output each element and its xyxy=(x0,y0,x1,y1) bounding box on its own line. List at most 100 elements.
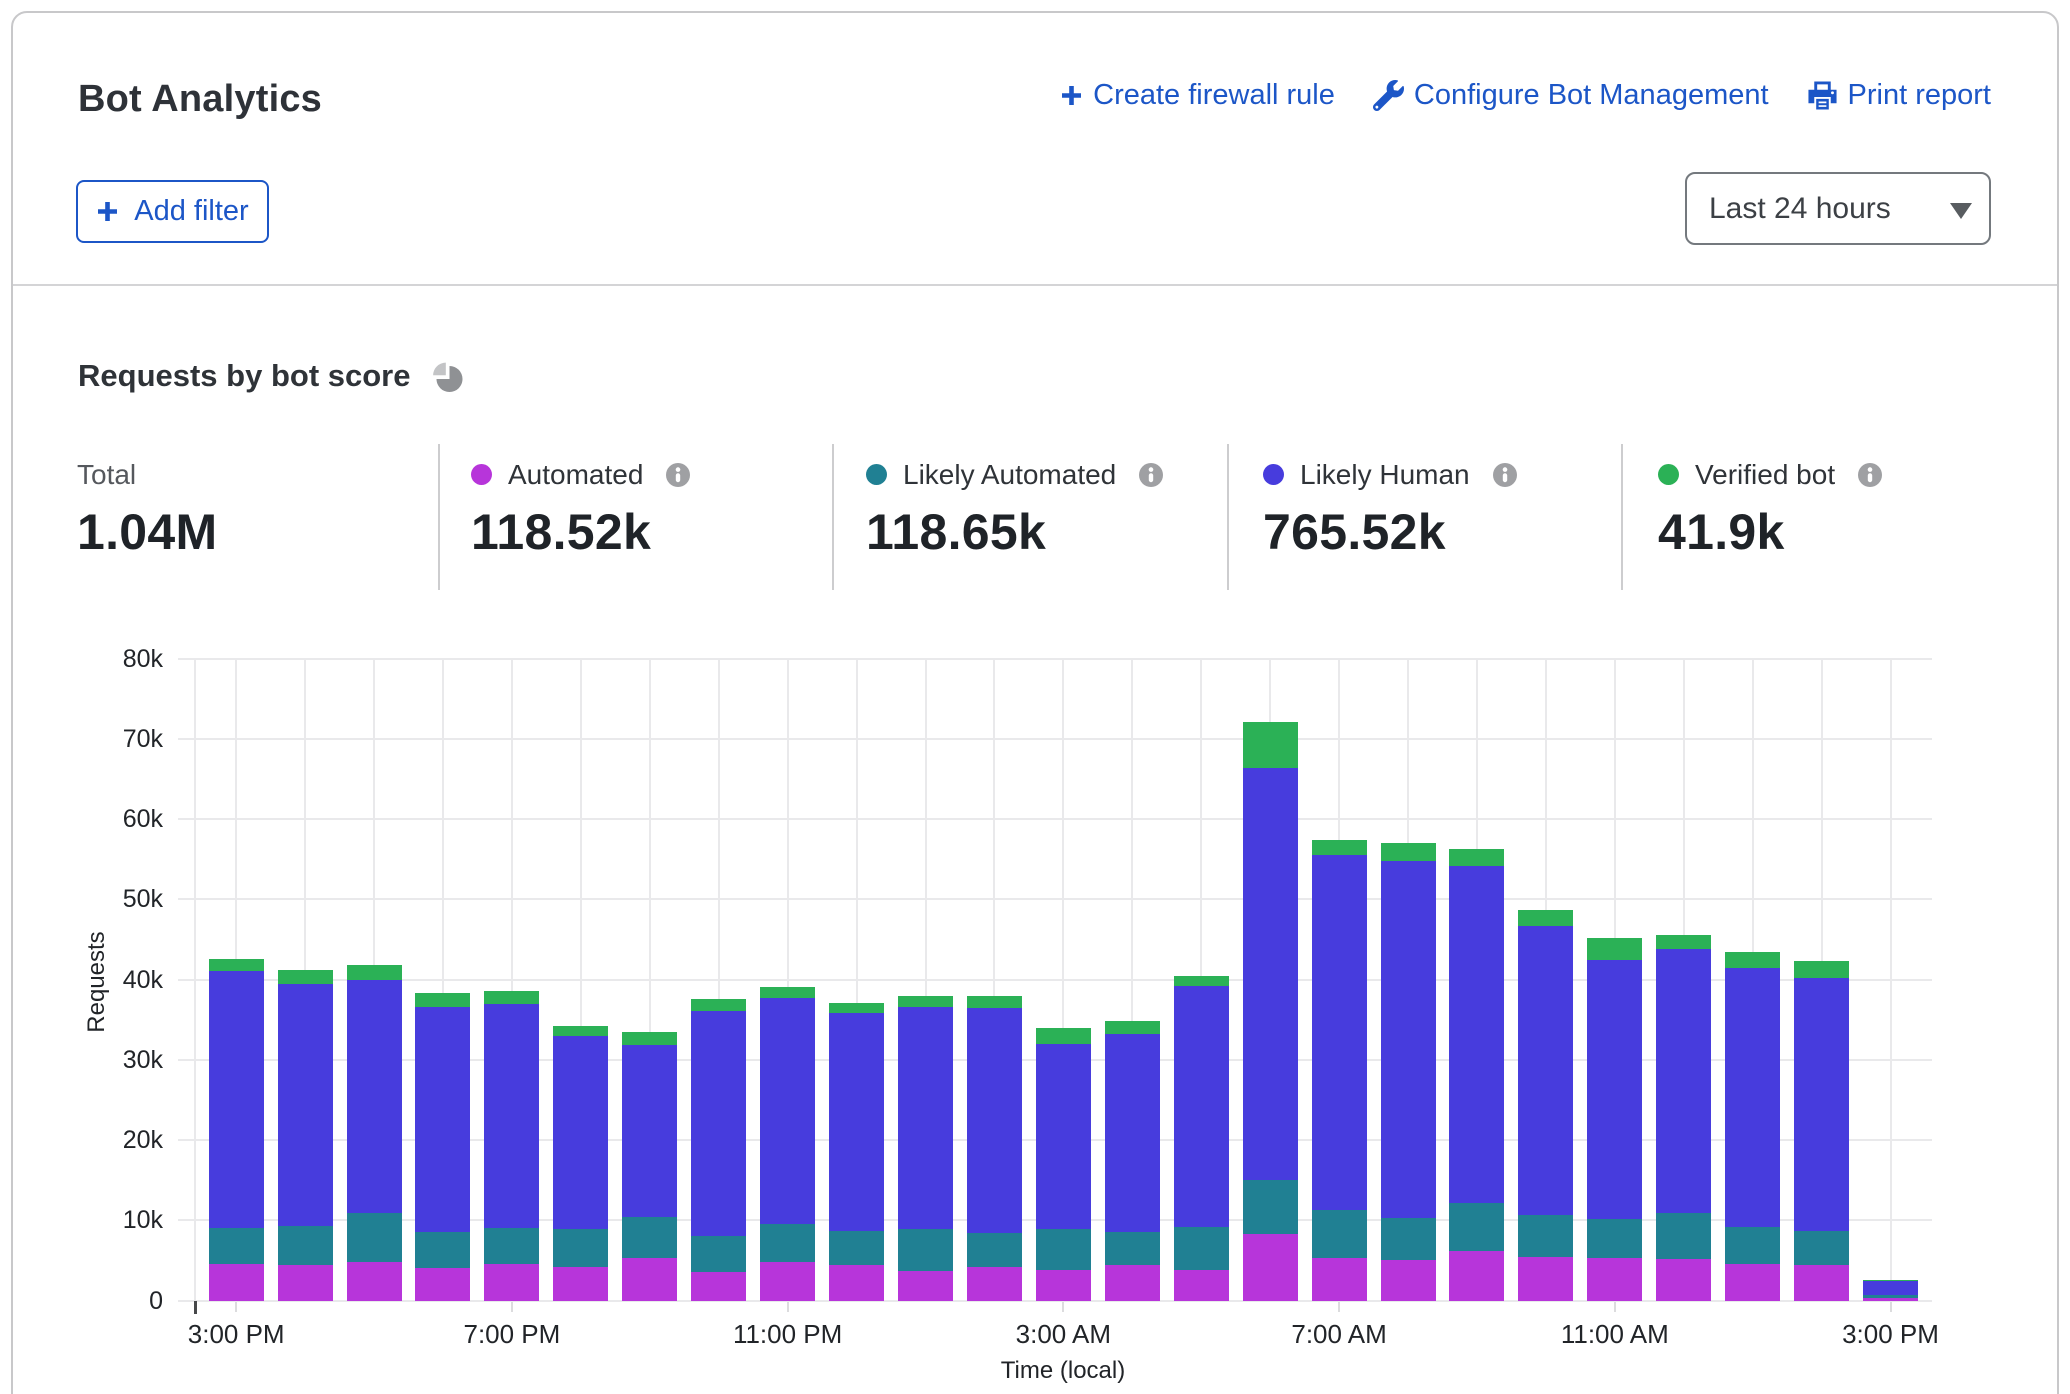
bar-600am-automated[interactable] xyxy=(1243,1234,1298,1301)
bar-1200am-likely-automated[interactable] xyxy=(829,1231,884,1265)
bar-400pm-automated[interactable] xyxy=(278,1265,333,1301)
bar-1200pm-likely-human[interactable] xyxy=(1656,949,1711,1213)
bar-300pm-verified-bot[interactable] xyxy=(1863,1280,1918,1281)
bar-1100am-likely-automated[interactable] xyxy=(1587,1219,1642,1258)
bar-200pm-likely-human[interactable] xyxy=(1794,978,1849,1231)
bar-300pm-automated[interactable] xyxy=(1863,1298,1918,1301)
bar-100am-likely-automated[interactable] xyxy=(898,1229,953,1271)
bar-100am-automated[interactable] xyxy=(898,1271,953,1301)
bar-700am-automated[interactable] xyxy=(1312,1258,1367,1301)
bar-300pm-likely-human[interactable] xyxy=(1863,1281,1918,1295)
bar-1100pm-likely-automated[interactable] xyxy=(760,1224,815,1262)
bar-400pm-likely-human[interactable] xyxy=(278,984,333,1226)
bar-1200am-verified-bot[interactable] xyxy=(829,1003,884,1013)
bar-400am-automated[interactable] xyxy=(1105,1265,1160,1301)
bar-500pm-likely-human[interactable] xyxy=(347,980,402,1213)
bar-800am-automated[interactable] xyxy=(1381,1260,1436,1301)
bar-300am-likely-human[interactable] xyxy=(1036,1044,1091,1229)
bar-400am-verified-bot[interactable] xyxy=(1105,1021,1160,1034)
info-icon[interactable] xyxy=(1858,463,1882,487)
bar-100am-likely-human[interactable] xyxy=(898,1007,953,1229)
bar-700pm-likely-human[interactable] xyxy=(484,1004,539,1228)
bar-300pm-likely-automated[interactable] xyxy=(1863,1295,1918,1298)
bar-300pm-likely-human[interactable] xyxy=(209,971,264,1228)
bar-100pm-automated[interactable] xyxy=(1725,1264,1780,1301)
bar-900pm-likely-automated[interactable] xyxy=(622,1217,677,1258)
bar-1100pm-verified-bot[interactable] xyxy=(760,987,815,998)
bar-900pm-verified-bot[interactable] xyxy=(622,1032,677,1045)
bar-1100pm-automated[interactable] xyxy=(760,1262,815,1301)
bar-200am-likely-automated[interactable] xyxy=(967,1233,1022,1267)
bar-1200pm-verified-bot[interactable] xyxy=(1656,935,1711,949)
bar-200pm-automated[interactable] xyxy=(1794,1265,1849,1301)
bar-1000pm-likely-automated[interactable] xyxy=(691,1236,746,1272)
bar-600am-verified-bot[interactable] xyxy=(1243,722,1298,768)
bar-500pm-automated[interactable] xyxy=(347,1262,402,1301)
bar-400pm-verified-bot[interactable] xyxy=(278,970,333,984)
bar-900pm-likely-human[interactable] xyxy=(622,1045,677,1217)
configure-bot-management-link[interactable]: Configure Bot Management xyxy=(1373,79,1769,112)
bar-300pm-likely-automated[interactable] xyxy=(209,1228,264,1264)
bar-700pm-automated[interactable] xyxy=(484,1264,539,1301)
bar-1200am-likely-human[interactable] xyxy=(829,1013,884,1231)
info-icon[interactable] xyxy=(666,463,690,487)
bar-800am-likely-automated[interactable] xyxy=(1381,1218,1436,1260)
bar-200am-verified-bot[interactable] xyxy=(967,996,1022,1008)
bar-1000am-verified-bot[interactable] xyxy=(1518,910,1573,926)
bar-100pm-likely-human[interactable] xyxy=(1725,968,1780,1227)
bar-1200am-automated[interactable] xyxy=(829,1265,884,1301)
bar-1100am-automated[interactable] xyxy=(1587,1258,1642,1301)
bar-800pm-likely-automated[interactable] xyxy=(553,1229,608,1267)
bar-800am-likely-human[interactable] xyxy=(1381,861,1436,1218)
bar-500am-automated[interactable] xyxy=(1174,1270,1229,1301)
bar-400am-likely-automated[interactable] xyxy=(1105,1232,1160,1265)
bar-600am-likely-automated[interactable] xyxy=(1243,1180,1298,1234)
bar-300am-likely-automated[interactable] xyxy=(1036,1229,1091,1270)
bar-800pm-likely-human[interactable] xyxy=(553,1036,608,1229)
bar-700am-likely-automated[interactable] xyxy=(1312,1210,1367,1258)
bar-600pm-likely-automated[interactable] xyxy=(415,1232,470,1268)
bar-100pm-verified-bot[interactable] xyxy=(1725,952,1780,968)
bar-100pm-likely-automated[interactable] xyxy=(1725,1227,1780,1264)
bar-600pm-verified-bot[interactable] xyxy=(415,993,470,1007)
bar-700am-likely-human[interactable] xyxy=(1312,855,1367,1210)
bar-1200pm-automated[interactable] xyxy=(1656,1259,1711,1301)
bar-1100am-verified-bot[interactable] xyxy=(1587,938,1642,960)
bar-1100pm-likely-human[interactable] xyxy=(760,998,815,1224)
bar-300am-automated[interactable] xyxy=(1036,1270,1091,1301)
bar-800am-verified-bot[interactable] xyxy=(1381,843,1436,861)
bar-700pm-likely-automated[interactable] xyxy=(484,1228,539,1264)
info-icon[interactable] xyxy=(1493,463,1517,487)
bar-500am-verified-bot[interactable] xyxy=(1174,976,1229,986)
bar-1000pm-likely-human[interactable] xyxy=(691,1011,746,1236)
bar-500pm-verified-bot[interactable] xyxy=(347,965,402,980)
bar-1000pm-verified-bot[interactable] xyxy=(691,999,746,1011)
bar-1100am-likely-human[interactable] xyxy=(1587,960,1642,1219)
bar-200pm-verified-bot[interactable] xyxy=(1794,961,1849,978)
bar-300pm-verified-bot[interactable] xyxy=(209,959,264,971)
print-report-link[interactable]: Print report xyxy=(1807,79,1991,112)
add-filter-button[interactable]: Add filter xyxy=(76,180,269,243)
bar-700pm-verified-bot[interactable] xyxy=(484,991,539,1004)
bar-500pm-likely-automated[interactable] xyxy=(347,1213,402,1262)
bar-300am-verified-bot[interactable] xyxy=(1036,1028,1091,1044)
bar-600am-likely-human[interactable] xyxy=(1243,768,1298,1180)
bar-900am-automated[interactable] xyxy=(1449,1251,1504,1301)
bar-300pm-automated[interactable] xyxy=(209,1264,264,1301)
bar-1000am-likely-automated[interactable] xyxy=(1518,1215,1573,1257)
bar-1000am-automated[interactable] xyxy=(1518,1257,1573,1301)
bar-400am-likely-human[interactable] xyxy=(1105,1034,1160,1232)
bar-900am-verified-bot[interactable] xyxy=(1449,849,1504,866)
info-icon[interactable] xyxy=(1139,463,1163,487)
bar-500am-likely-automated[interactable] xyxy=(1174,1227,1229,1270)
time-range-select[interactable]: Last 24 hours xyxy=(1685,172,1991,245)
bar-900am-likely-automated[interactable] xyxy=(1449,1203,1504,1251)
bar-500am-likely-human[interactable] xyxy=(1174,986,1229,1227)
bar-900am-likely-human[interactable] xyxy=(1449,866,1504,1203)
bar-400pm-likely-automated[interactable] xyxy=(278,1226,333,1265)
bar-900pm-automated[interactable] xyxy=(622,1258,677,1301)
bar-600pm-automated[interactable] xyxy=(415,1268,470,1301)
bar-200pm-likely-automated[interactable] xyxy=(1794,1231,1849,1265)
create-firewall-rule-link[interactable]: Create firewall rule xyxy=(1060,79,1335,112)
bar-1000am-likely-human[interactable] xyxy=(1518,926,1573,1215)
